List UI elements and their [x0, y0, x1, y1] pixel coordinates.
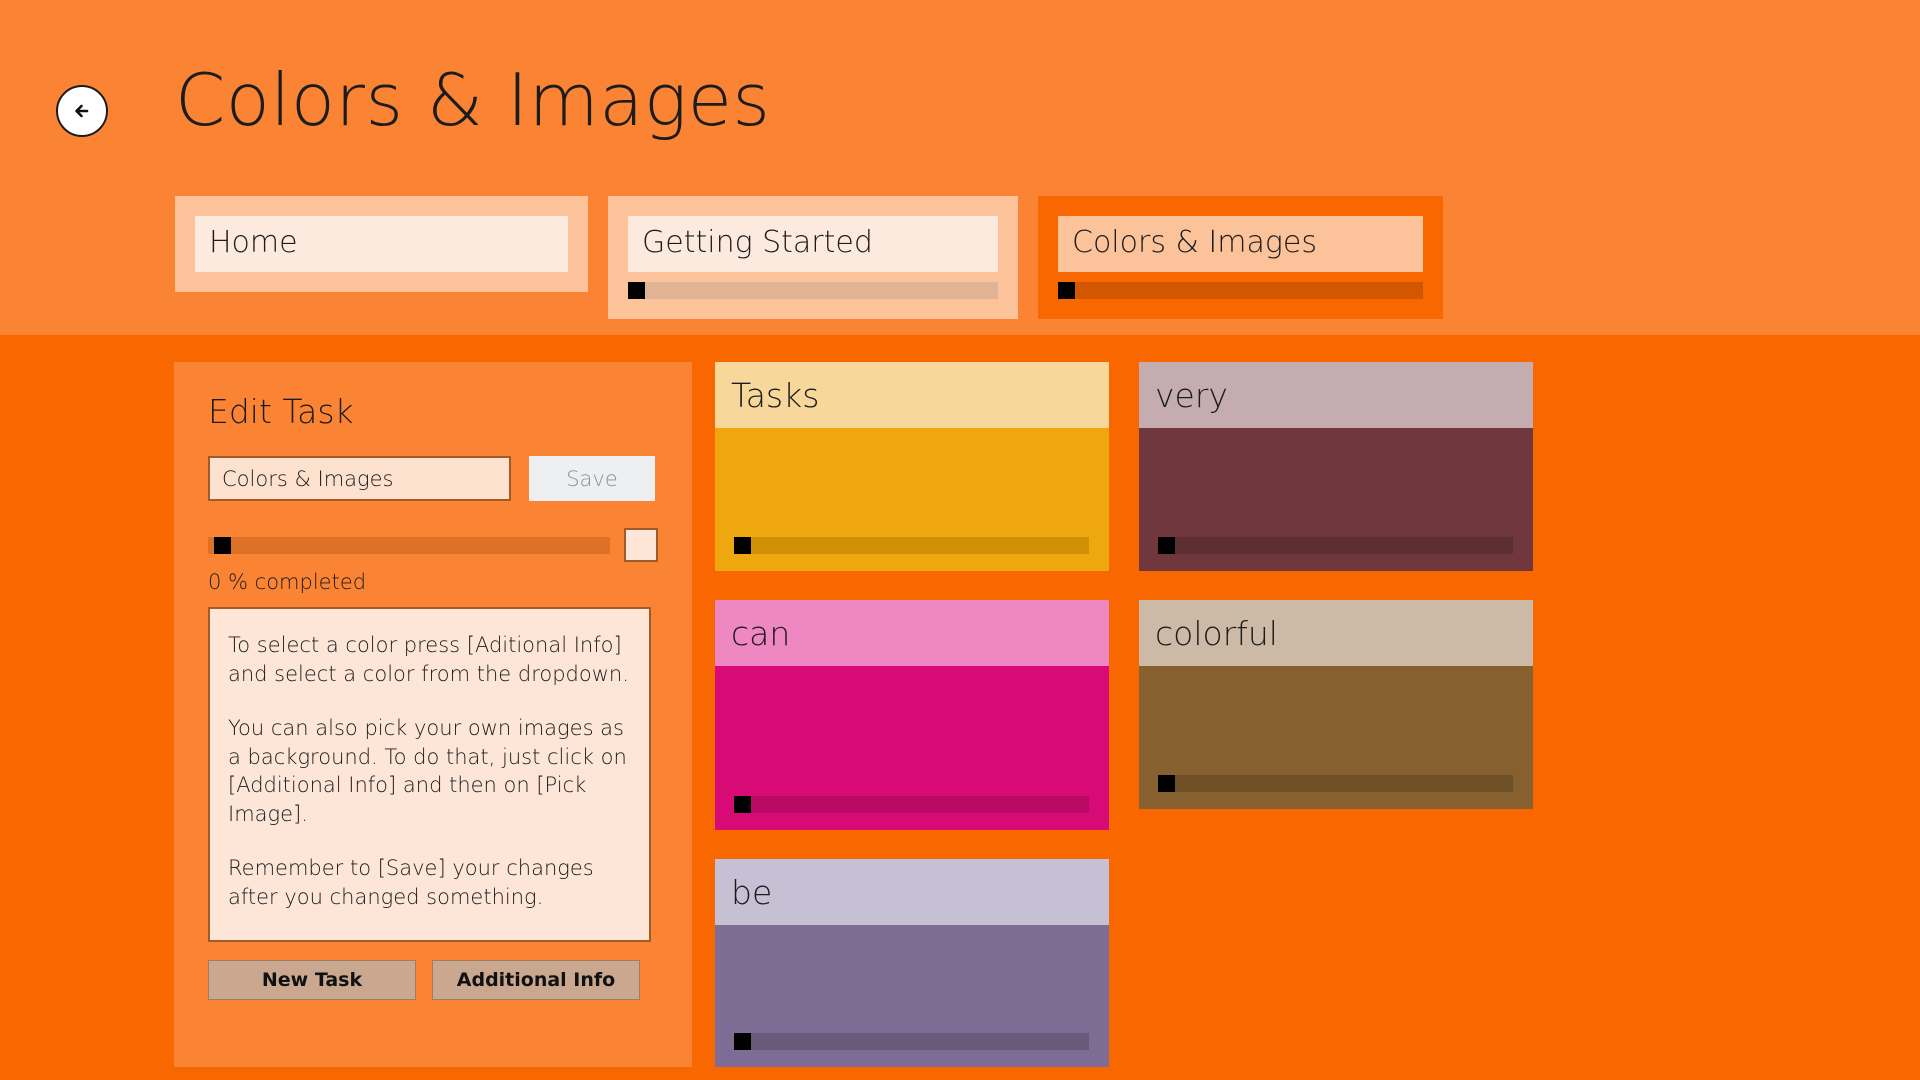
tile-body: [715, 666, 1109, 830]
progress-slider[interactable]: [208, 536, 611, 554]
tile-header: can: [715, 600, 1109, 666]
progress-thumb[interactable]: [1158, 537, 1175, 554]
progress-slider-row: [208, 528, 658, 562]
tab-home[interactable]: Home: [175, 196, 588, 292]
tab-colors-and-images[interactable]: Colors & Images: [1038, 196, 1443, 319]
tile-body: [715, 428, 1109, 571]
task-tile-can[interactable]: can: [715, 600, 1109, 830]
app-root: Colors & Images Home Getting Started Col…: [0, 0, 1920, 1080]
tile-progress-bar[interactable]: [734, 796, 1089, 813]
tile-progress-bar[interactable]: [1158, 537, 1513, 554]
back-arrow-icon: [67, 96, 97, 126]
tile-label: can: [731, 613, 791, 653]
tile-progress-bar[interactable]: [734, 1033, 1089, 1050]
tab-getting-started-progress[interactable]: [628, 282, 998, 299]
tab-colors-and-images-label: Colors & Images: [1058, 216, 1423, 272]
additional-info-button[interactable]: Additional Info: [432, 960, 640, 1000]
task-tile-be[interactable]: be: [715, 859, 1109, 1067]
progress-thumb[interactable]: [1158, 775, 1175, 792]
progress-thumb[interactable]: [734, 1033, 751, 1050]
tile-header: very: [1139, 362, 1533, 428]
page-header: Colors & Images Home Getting Started Col…: [0, 0, 1920, 335]
task-name-row: Save: [208, 456, 655, 501]
tile-progress-bar[interactable]: [1158, 775, 1513, 792]
info-paragraph-3: Remember to [Save] your changes after yo…: [228, 856, 594, 909]
tile-body: [1139, 666, 1533, 809]
tab-home-label: Home: [195, 216, 568, 272]
tab-strip: Home Getting Started Colors & Images: [175, 196, 1443, 319]
tile-header: Tasks: [715, 362, 1109, 428]
tile-body: [715, 925, 1109, 1067]
tab-getting-started-label: Getting Started: [628, 216, 998, 272]
page-title: Colors & Images: [175, 58, 771, 142]
tab-colors-and-images-progress[interactable]: [1058, 282, 1423, 299]
tile-header: be: [715, 859, 1109, 925]
edit-task-panel: Edit Task Save 0 % completed To select a…: [174, 362, 692, 1067]
save-button[interactable]: Save: [529, 456, 655, 501]
color-swatch-button[interactable]: [624, 528, 658, 562]
panel-button-row: New Task Additional Info: [208, 960, 640, 1000]
main-content: Edit Task Save 0 % completed To select a…: [0, 335, 1920, 1080]
tile-progress-bar[interactable]: [734, 537, 1089, 554]
tile-label: Tasks: [731, 375, 820, 415]
progress-thumb[interactable]: [1058, 282, 1075, 299]
info-paragraph-2: You can also pick your own images as a b…: [228, 716, 627, 826]
new-task-button[interactable]: New Task: [208, 960, 416, 1000]
info-paragraph-1: To select a color press [Aditional Info]…: [228, 633, 629, 686]
tile-header: colorful: [1139, 600, 1533, 666]
progress-thumb[interactable]: [628, 282, 645, 299]
back-button[interactable]: [56, 85, 108, 137]
tile-body: [1139, 428, 1533, 571]
progress-percent-label: 0 % completed: [208, 570, 367, 594]
tab-getting-started[interactable]: Getting Started: [608, 196, 1018, 319]
task-name-input[interactable]: [208, 456, 511, 501]
progress-thumb[interactable]: [734, 537, 751, 554]
task-tile-colorful[interactable]: colorful: [1139, 600, 1533, 809]
tile-label: colorful: [1155, 613, 1278, 653]
progress-thumb[interactable]: [734, 796, 751, 813]
task-tile-very[interactable]: very: [1139, 362, 1533, 571]
tile-label: be: [731, 872, 773, 912]
progress-slider-thumb[interactable]: [214, 536, 231, 554]
task-tile-tasks[interactable]: Tasks: [715, 362, 1109, 571]
edit-task-heading: Edit Task: [208, 392, 354, 431]
tile-label: very: [1155, 375, 1228, 415]
info-text-box: To select a color press [Aditional Info]…: [208, 607, 651, 942]
